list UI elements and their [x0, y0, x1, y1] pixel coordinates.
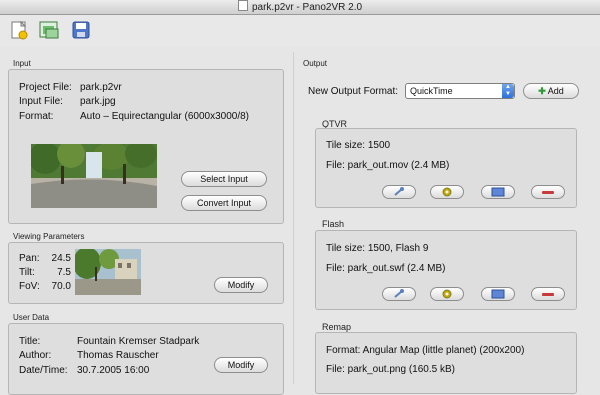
flash-edit-button[interactable] [382, 287, 416, 301]
viewing-section-label: Viewing Parameters [13, 232, 85, 241]
qtvr-delete-button[interactable] [531, 185, 565, 199]
input-panel: Project File: park.p2vr Input File: park… [8, 69, 284, 224]
format-value: Auto – Equirectangular (6000x3000/8) [80, 111, 250, 122]
new-project-icon[interactable] [8, 19, 30, 41]
qtvr-view-button[interactable] [481, 185, 515, 199]
gear-icon [442, 289, 452, 299]
add-button-label: Add [547, 86, 564, 96]
wrench-icon [394, 289, 404, 298]
flash-file: File: park_out.swf (2.4 MB) [326, 263, 446, 274]
tilt-value: 7.5 [57, 267, 71, 278]
wrench-icon [394, 187, 404, 196]
select-arrows-icon: ▲ ▼ [502, 84, 514, 98]
remap-panel: Format: Angular Map (little planet) (200… [315, 332, 577, 394]
userdata-modify-button[interactable]: Modify [214, 357, 268, 373]
toolbar [0, 15, 600, 47]
tilt-label: Tilt: [19, 267, 35, 278]
select-input-button[interactable]: Select Input [181, 171, 267, 187]
column-divider [293, 52, 294, 384]
gear-icon [442, 187, 452, 197]
title-value: Fountain Kremser Stadpark [77, 336, 200, 347]
userdata-section-label: User Data [13, 313, 50, 322]
output-section-label: Output [303, 59, 328, 68]
remap-file: File: park_out.png (160.5 kB) [326, 364, 455, 375]
flash-view-button[interactable] [481, 287, 515, 301]
monitor-icon [491, 289, 505, 299]
window-title: park.p2vr - Pano2VR 2.0 [251, 2, 363, 13]
document-icon [237, 0, 248, 11]
fov-label: FoV: [19, 281, 40, 292]
pan-value: 24.5 [51, 253, 71, 264]
plus-icon: ✚ [538, 86, 546, 96]
save-project-icon[interactable] [70, 19, 92, 41]
qtvr-panel: Tile size: 1500 File: park_out.mov (2.4 … [315, 128, 577, 208]
fov-value: 70.0 [51, 281, 71, 292]
convert-input-button[interactable]: Convert Input [181, 195, 267, 211]
view-preview-thumbnail [73, 247, 141, 295]
output-format-select[interactable]: QuickTime ▲ ▼ [405, 83, 515, 99]
monitor-icon [491, 187, 505, 197]
input-file-value: park.jpg [80, 96, 116, 107]
panorama-thumbnail [29, 140, 157, 208]
output-format-value: QuickTime [410, 86, 453, 96]
qtvr-tile-size: Tile size: 1500 [326, 140, 391, 151]
flash-generate-button[interactable] [430, 287, 464, 301]
window-titlebar: park.p2vr - Pano2VR 2.0 [0, 0, 600, 15]
datetime-label: Date/Time: [19, 365, 68, 376]
project-file-label: Project File: [19, 82, 72, 93]
qtvr-file: File: park_out.mov (2.4 MB) [326, 160, 450, 171]
add-output-button[interactable]: ✚ Add [523, 83, 579, 99]
title-label: Title: [19, 336, 41, 347]
author-label: Author: [19, 350, 52, 361]
viewing-modify-button[interactable]: Modify [214, 277, 268, 293]
input-section-label: Input [13, 59, 31, 68]
qtvr-generate-button[interactable] [430, 185, 464, 199]
minus-icon [542, 293, 554, 296]
flash-label: Flash [322, 219, 345, 229]
author-value: Thomas Rauscher [77, 350, 159, 361]
format-label: Format: [19, 111, 54, 122]
flash-panel: Tile size: 1500, Flash 9 File: park_out.… [315, 230, 577, 310]
remap-format: Format: Angular Map (little planet) (200… [326, 345, 525, 356]
flash-tile-size: Tile size: 1500, Flash 9 [326, 243, 429, 254]
input-file-label: Input File: [19, 96, 63, 107]
flash-delete-button[interactable] [531, 287, 565, 301]
project-file-value: park.p2vr [80, 82, 122, 93]
new-output-format-label: New Output Format: [308, 86, 399, 97]
minus-icon [542, 191, 554, 194]
remap-label: Remap [322, 322, 352, 332]
userdata-panel: Title: Fountain Kremser Stadpark Author:… [8, 323, 284, 395]
viewing-panel: Pan: 24.5 Tilt: 7.5 FoV: 70.0 Modify [8, 242, 284, 304]
datetime-value: 30.7.2005 16:00 [77, 365, 150, 376]
qtvr-edit-button[interactable] [382, 185, 416, 199]
pan-label: Pan: [19, 253, 40, 264]
open-project-icon[interactable] [38, 19, 60, 41]
